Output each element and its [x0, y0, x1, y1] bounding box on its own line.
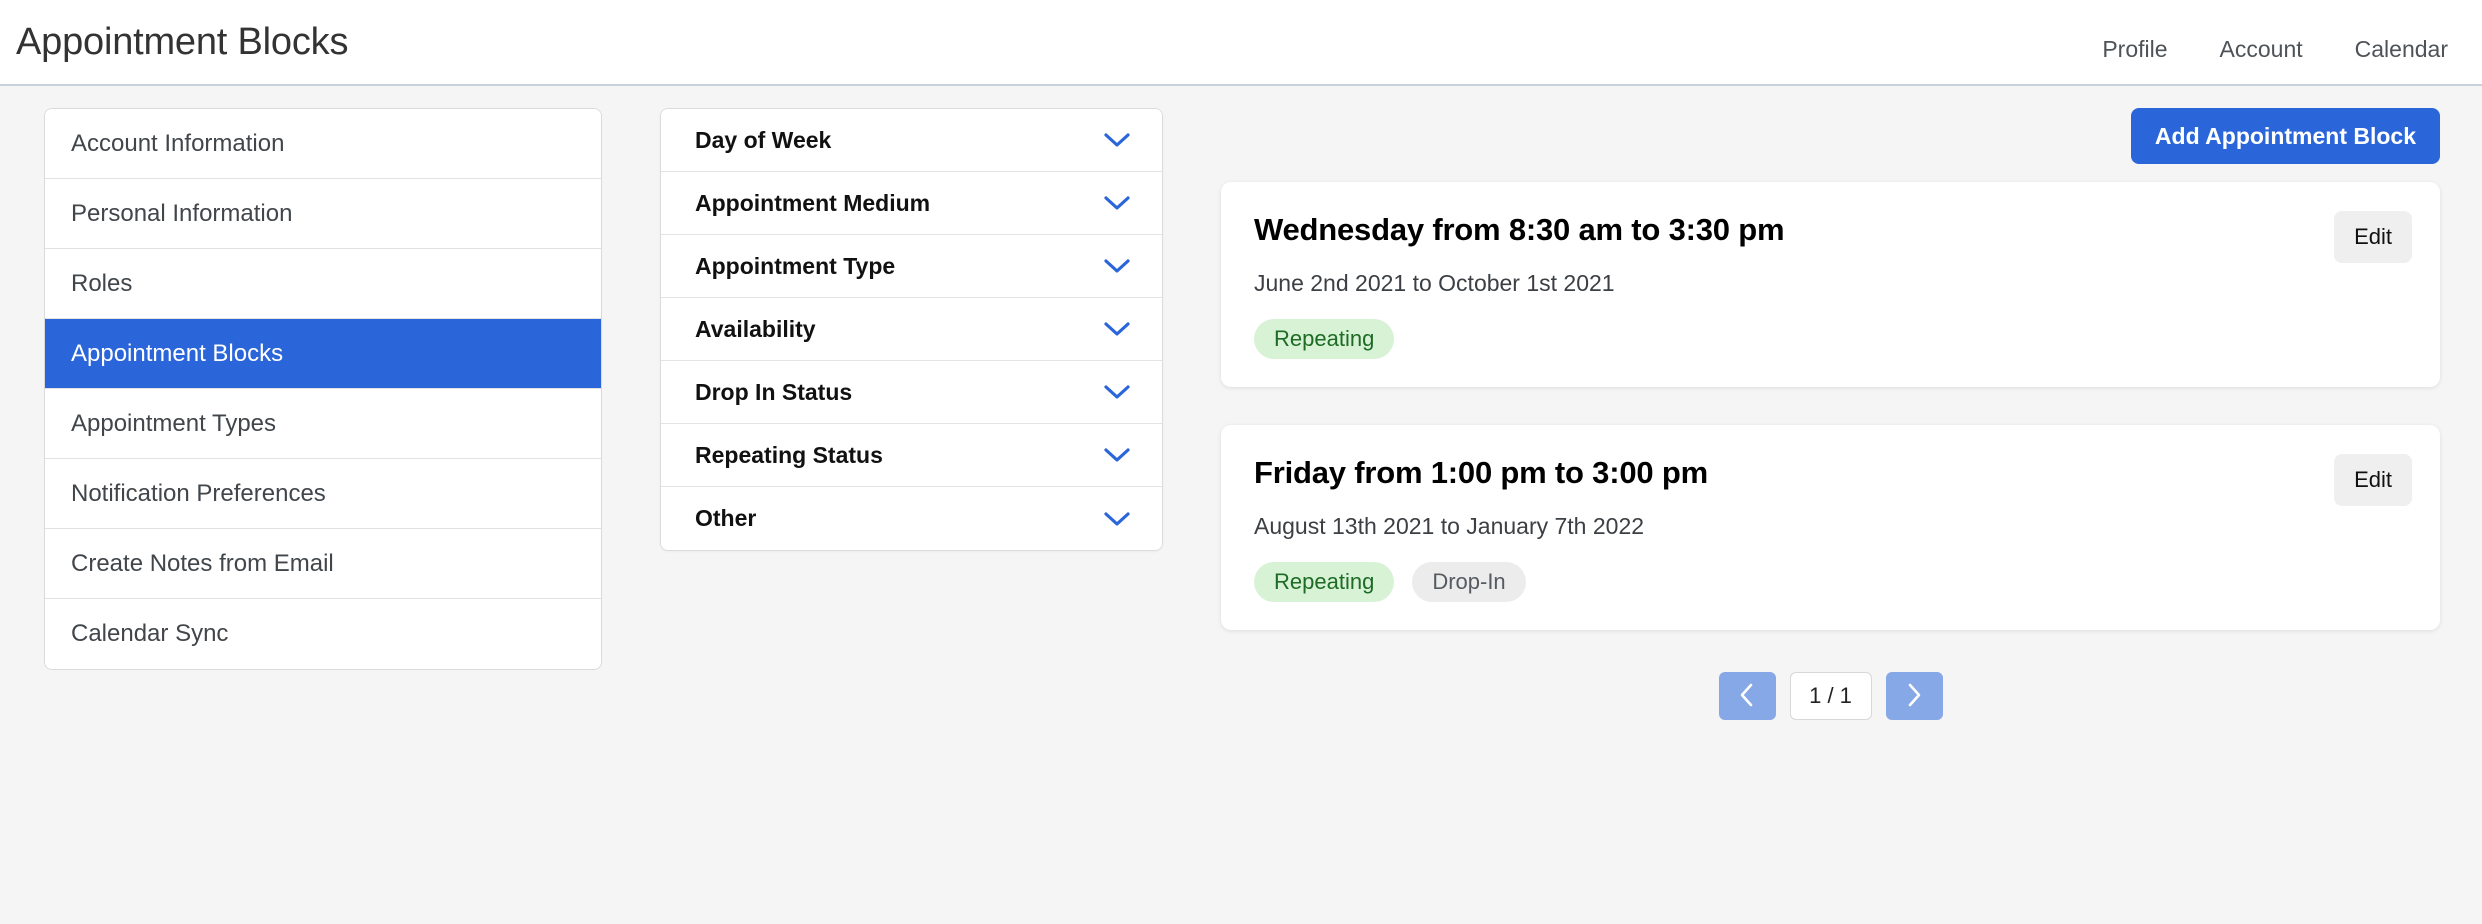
sidebar-item-roles[interactable]: Roles — [45, 249, 601, 319]
filters-panel: Day of Week Appointment Medium Appointme… — [660, 108, 1163, 551]
filter-row-drop-in-status[interactable]: Drop In Status — [661, 361, 1162, 424]
chevron-down-icon — [1104, 384, 1130, 400]
filter-row-appointment-medium[interactable]: Appointment Medium — [661, 172, 1162, 235]
main-content: Add Appointment Block Wednesday from 8:3… — [1221, 108, 2440, 721]
main-toolbar: Add Appointment Block — [1221, 108, 2440, 164]
nav-link-profile[interactable]: Profile — [2102, 36, 2167, 63]
sidebar-item-appointment-types[interactable]: Appointment Types — [45, 389, 601, 459]
sidebar-item-calendar-sync[interactable]: Calendar Sync — [45, 599, 601, 669]
nav-link-account[interactable]: Account — [2220, 36, 2303, 63]
filter-label: Appointment Type — [695, 252, 896, 279]
sidebar-item-account-information[interactable]: Account Information — [45, 109, 601, 179]
page-body: Account Information Personal Information… — [0, 86, 2482, 924]
appointment-block-card: Wednesday from 8:30 am to 3:30 pm June 2… — [1221, 182, 2440, 388]
filter-row-day-of-week[interactable]: Day of Week — [661, 109, 1162, 172]
top-navigation: Profile Account Calendar — [2102, 22, 2448, 63]
filter-label: Other — [695, 505, 757, 531]
chevron-down-icon — [1104, 195, 1130, 211]
status-badge-repeating: Repeating — [1254, 318, 1395, 360]
chevron-down-icon — [1104, 447, 1130, 463]
filter-row-other[interactable]: Other — [661, 487, 1162, 550]
pagination-prev-button[interactable] — [1718, 672, 1776, 721]
filter-label: Appointment Medium — [695, 189, 931, 216]
sidebar-item-personal-information[interactable]: Personal Information — [45, 179, 601, 249]
chevron-down-icon — [1104, 511, 1130, 527]
status-badge-drop-in: Drop-In — [1412, 561, 1526, 603]
chevron-down-icon — [1104, 321, 1130, 337]
filter-row-repeating-status[interactable]: Repeating Status — [661, 424, 1162, 487]
sidebar-item-create-notes-from-email[interactable]: Create Notes from Email — [45, 529, 601, 599]
appointment-block-card: Friday from 1:00 pm to 3:00 pm August 13… — [1221, 425, 2440, 631]
pagination: 1 / 1 — [1221, 672, 2440, 721]
appointment-block-title: Friday from 1:00 pm to 3:00 pm — [1254, 455, 1708, 491]
pagination-next-button[interactable] — [1885, 672, 1943, 721]
filter-row-availability[interactable]: Availability — [661, 298, 1162, 361]
chevron-right-icon — [1906, 682, 1922, 711]
pagination-indicator[interactable]: 1 / 1 — [1789, 672, 1872, 721]
nav-link-calendar[interactable]: Calendar — [2355, 36, 2448, 63]
app-header: Appointment Blocks Profile Account Calen… — [0, 0, 2482, 86]
edit-button[interactable]: Edit — [2334, 211, 2412, 263]
sidebar-item-appointment-blocks[interactable]: Appointment Blocks — [45, 319, 601, 389]
chevron-down-icon — [1104, 258, 1130, 274]
edit-button[interactable]: Edit — [2334, 454, 2412, 507]
filter-row-appointment-type[interactable]: Appointment Type — [661, 235, 1162, 298]
filter-label: Day of Week — [695, 126, 832, 153]
appointment-block-badges: Repeating Drop-In — [1254, 561, 2408, 603]
add-appointment-block-button[interactable]: Add Appointment Block — [2130, 108, 2440, 164]
filters-column: Day of Week Appointment Medium Appointme… — [660, 108, 1163, 551]
appointment-block-badges: Repeating — [1254, 318, 2408, 360]
sidebar-item-notification-preferences[interactable]: Notification Preferences — [45, 459, 601, 529]
appointment-block-title: Wednesday from 8:30 am to 3:30 pm — [1254, 212, 1785, 247]
status-badge-repeating: Repeating — [1254, 561, 1395, 603]
filter-label: Availability — [695, 315, 816, 342]
appointment-block-date-range: June 2nd 2021 to October 1st 2021 — [1254, 269, 1615, 296]
filter-label: Repeating Status — [695, 441, 883, 468]
chevron-left-icon — [1739, 682, 1755, 711]
settings-sidebar: Account Information Personal Information… — [44, 108, 602, 670]
filter-label: Drop In Status — [695, 378, 853, 405]
appointment-block-date-range: August 13th 2021 to January 7th 2022 — [1254, 512, 1645, 539]
page-title: Appointment Blocks — [16, 21, 349, 63]
chevron-down-icon — [1104, 132, 1130, 148]
